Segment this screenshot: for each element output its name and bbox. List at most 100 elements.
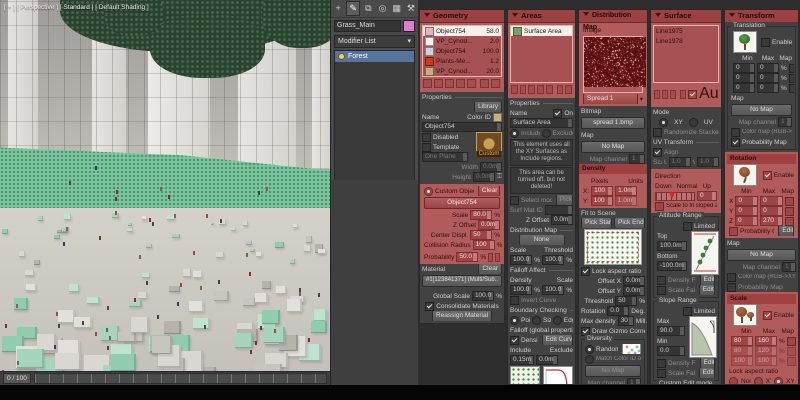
geometry-item[interactable]: Object754100.0 (423, 46, 501, 56)
rotation-input[interactable]: 0.0 (607, 306, 629, 316)
remove-item-icon[interactable] (434, 79, 443, 88)
add-area-icon[interactable] (511, 85, 518, 94)
center-displ-input[interactable]: 50 (470, 230, 492, 240)
remove-area-icon[interactable] (520, 85, 527, 94)
probability-input[interactable]: 50.0 (456, 252, 478, 262)
match-color-radio[interactable] (585, 355, 594, 364)
tz-map-checkbox[interactable] (789, 84, 794, 93)
sx-max-input[interactable]: 160 (755, 336, 777, 346)
add-item-icon[interactable] (423, 79, 432, 88)
sx-min-input[interactable]: 80 (731, 336, 753, 346)
surf-mat-id-input[interactable] (545, 205, 573, 215)
exclude-radio[interactable] (542, 129, 551, 138)
ry-max-input[interactable]: 0 (760, 206, 783, 216)
paint-area-icon[interactable] (528, 85, 535, 94)
tx-max-input[interactable]: 0 (757, 63, 779, 73)
random-radio[interactable] (585, 345, 594, 354)
altitude-density-falloff-checkbox[interactable] (657, 276, 666, 285)
diversity-map-channel-input[interactable]: 1 (627, 378, 641, 385)
altitude-density-edit-button[interactable]: Edit (700, 275, 716, 285)
distribution-map-button[interactable]: No Map (581, 141, 645, 153)
lock-xy-radio[interactable] (754, 377, 763, 386)
area-item[interactable]: Surface Area (511, 26, 572, 36)
color-id-swatch[interactable] (493, 113, 502, 122)
sz-max-input[interactable]: 100 (755, 356, 777, 366)
offset-y-input[interactable]: 0.0m (623, 286, 645, 296)
slope-density-edit-button[interactable]: Edit (700, 358, 716, 368)
reassign-material-button[interactable]: Reassign Material (432, 311, 492, 321)
pixels-y-input[interactable]: 100 (591, 196, 613, 206)
global-scale-input[interactable]: 100.0 (472, 291, 494, 301)
rotation-color-map-checkbox[interactable] (727, 273, 736, 282)
sz-min-input[interactable]: 100 (731, 356, 753, 366)
xy-mode-radio[interactable] (659, 118, 668, 127)
boundary-edge-radio[interactable] (553, 316, 562, 325)
rz-map-checkbox[interactable] (785, 217, 794, 226)
geometry-rollout-title[interactable]: Geometry (420, 10, 504, 23)
lock-none-radio[interactable] (729, 377, 738, 386)
geometry-name-input[interactable]: Object754 (422, 122, 502, 132)
custom-object-radio[interactable] (424, 187, 433, 196)
template-checkbox[interactable] (422, 143, 431, 152)
pick-models-button[interactable]: Pick (556, 195, 573, 205)
z-offset-input[interactable]: 0.0m (478, 220, 500, 230)
invert-curve-checkbox[interactable] (510, 296, 519, 305)
display-tab-icon[interactable]: ▦ (391, 2, 403, 15)
rotation-enable-checkbox[interactable] (763, 171, 772, 180)
viewport[interactable]: [ + ] [ Perspective ] [ Standard ] [ Def… (0, 0, 330, 385)
direction-slider[interactable] (655, 192, 695, 201)
threshold-input[interactable]: 50 (615, 296, 637, 306)
create-tab-icon[interactable]: + (332, 2, 344, 15)
boundary-size-radio[interactable] (532, 316, 541, 325)
modifier-enable-bulb-icon[interactable] (338, 53, 345, 60)
geometry-item[interactable]: Object75458.0 (423, 26, 501, 36)
diversity-map-button[interactable]: No Map (585, 365, 641, 377)
object-color-swatch[interactable] (403, 20, 415, 32)
bitmap-button[interactable]: spread 1.bmp (581, 117, 645, 129)
refresh-icon[interactable] (680, 90, 686, 99)
rx-min-input[interactable]: 0 (735, 196, 758, 206)
rotation-curve-edit-button[interactable]: Edit (778, 226, 794, 236)
spline-area-icon[interactable] (537, 85, 544, 94)
units-x-input[interactable]: 1.0m (615, 186, 637, 196)
include-radio[interactable] (510, 129, 519, 138)
pick-item-icon[interactable] (467, 79, 476, 88)
pick-start-button[interactable]: Pick Start (581, 218, 612, 228)
sy-max-input[interactable]: 120 (755, 346, 777, 356)
translation-map-channel-input[interactable]: 1 (778, 117, 792, 127)
move-down-icon[interactable] (491, 79, 500, 88)
falloff-density-input[interactable]: 100.0 (510, 285, 532, 295)
slope-max-input[interactable]: 90.0 (657, 326, 685, 336)
scale-fit-checkbox[interactable] (655, 202, 664, 211)
sy-map-checkbox[interactable] (787, 347, 796, 356)
altitude-top-input[interactable]: 100.0m (657, 241, 687, 251)
uv-mode-radio[interactable] (689, 118, 698, 127)
rx-map-checkbox[interactable] (785, 197, 794, 206)
disabled-checkbox[interactable] (422, 133, 431, 142)
pick-surface-icon[interactable] (670, 90, 676, 99)
falloff-scale-input[interactable]: 100.0 (542, 285, 564, 295)
distribution-rollout-title[interactable]: Distribution Map (579, 10, 647, 23)
area-dist-map-button[interactable]: None (519, 235, 565, 245)
area-scale-input[interactable]: 100.0 (510, 255, 532, 265)
scale-input[interactable]: 80.0 (470, 210, 492, 220)
pixels-x-input[interactable]: 100 (591, 186, 613, 196)
slope-min-input[interactable]: 0.0 (657, 346, 685, 356)
modifier-list-dropdown[interactable]: Modifier List▾ (334, 35, 415, 48)
plane-dropdown[interactable]: One Plane (422, 152, 468, 162)
areas-rollout-title[interactable]: Areas (508, 10, 575, 23)
direction-slider-handle[interactable] (669, 192, 675, 199)
library-button[interactable]: Library (474, 102, 502, 112)
auto-checkbox[interactable] (688, 90, 697, 99)
area-threshold-input[interactable]: 100.0 (542, 255, 564, 265)
tz-min-input[interactable]: 0 (733, 83, 755, 93)
geometry-item[interactable]: VP_Cynod...2.0 (423, 36, 501, 46)
ty-min-input[interactable]: 0 (733, 73, 755, 83)
clear-custom-object-button[interactable]: Clear (478, 186, 500, 196)
rz-min-input[interactable]: 0 (735, 216, 758, 226)
rotation-probability-map-checkbox[interactable] (727, 283, 736, 292)
hierarchy-tab-icon[interactable]: ⧉ (362, 2, 374, 15)
object-name-field[interactable]: Grass_Main (334, 20, 401, 32)
spread-dropdown[interactable]: Spread 1 (583, 94, 638, 104)
viewport-label[interactable]: [ + ] [ Perspective ] [ Standard ] [ Def… (4, 4, 149, 11)
